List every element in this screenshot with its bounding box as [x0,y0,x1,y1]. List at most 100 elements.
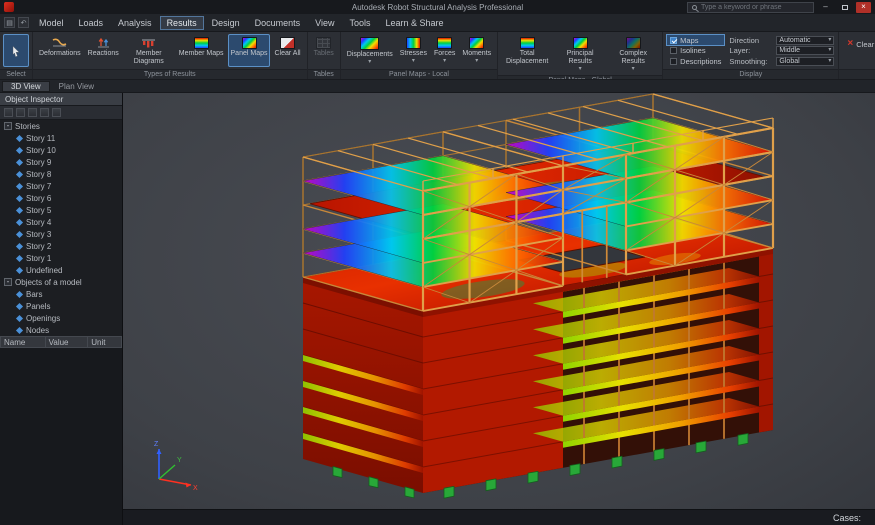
cases-label[interactable]: Cases: [833,513,861,523]
group-label-display: Display [663,69,839,79]
column-unit[interactable]: Unit [88,336,122,348]
toolbar-icon[interactable] [4,108,13,117]
title-bar: Autodesk Robot Structural Analysis Profe… [0,0,875,14]
menu-item-documents[interactable]: Documents [248,16,308,30]
layer-select[interactable]: Middle ▾ [776,46,835,55]
undo-icon[interactable]: ↶ [18,17,29,28]
tab-3d-view[interactable]: 3D View [2,81,50,92]
object-icon [15,314,24,322]
viewport-3d[interactable]: Z X Y [123,93,875,509]
tab-plan-view[interactable]: Plan View [50,81,103,92]
reactions-button[interactable]: Reactions [85,34,122,67]
principal-results-button[interactable]: Principal Results ▾ [554,34,606,73]
total-displacement-button[interactable]: Total Displacement [501,34,553,73]
minimize-button[interactable]: – [818,2,833,13]
chevron-down-icon: ▾ [368,59,372,66]
clear-button[interactable]: × Clear [842,37,875,51]
story-icon [15,230,24,238]
tables-button[interactable]: Tables [311,34,337,67]
tree-item-story-9[interactable]: Story 9 [0,156,122,168]
menu-item-results[interactable]: Results [159,15,204,30]
tree-item-nodes[interactable]: Nodes [0,324,122,336]
toolbar-icon[interactable] [28,108,37,117]
smoothing-select[interactable]: Global ▾ [776,56,835,66]
story-icon [15,182,24,190]
direction-select[interactable]: Automatic ▾ [776,35,835,45]
descriptions-checkbox-row[interactable]: Descriptions [667,56,724,66]
property-table-header: Name Value Unit [0,336,122,348]
select-button[interactable] [3,34,29,67]
toolbar-icon[interactable] [16,108,25,117]
svg-text:Z: Z [154,441,159,448]
tree-item-story-5[interactable]: Story 5 [0,204,122,216]
column-name[interactable]: Name [0,336,46,348]
structural-model-canvas: Z X Y [154,93,775,499]
tree-item-story-2[interactable]: Story 2 [0,240,122,252]
menu-item-learn-share[interactable]: Learn & Share [379,16,451,30]
complex-results-button[interactable]: Complex Results ▾ [607,34,659,73]
collapse-icon[interactable]: - [4,122,12,130]
tree-item-story-1[interactable]: Story 1 [0,252,122,264]
tree-item-objects-of-a-model[interactable]: - Objects of a model [0,276,122,288]
collapse-icon[interactable]: - [4,278,12,286]
status-bar: Cases: [123,509,875,525]
toolbar-icon[interactable] [40,108,49,117]
maps-checkbox-row[interactable]: Maps [667,35,725,45]
tree-item-story-4[interactable]: Story 4 [0,216,122,228]
tree-item-bars[interactable]: Bars [0,288,122,300]
close-button[interactable]: × [856,1,871,13]
chevron-down-icon: ▾ [828,36,832,43]
toolbar-icon[interactable] [52,108,61,117]
tree-item-story-6[interactable]: Story 6 [0,192,122,204]
deformations-button[interactable]: Deformations [36,34,84,67]
search-icon [692,4,697,10]
story-icon [15,134,24,142]
moments-button[interactable]: Moments ▾ [459,34,494,67]
panel-maps-icon [241,37,257,49]
member-maps-button[interactable]: Member Maps [176,34,227,67]
maximize-icon [841,4,848,10]
view-tab-bar: 3D View Plan View [0,80,875,93]
chevron-down-icon: ▾ [411,58,415,65]
menu-item-model[interactable]: Model [32,16,71,30]
panel-maps-button[interactable]: Panel Maps [227,34,271,68]
tree-item-story-8[interactable]: Story 8 [0,168,122,180]
menu-item-view[interactable]: View [308,16,341,30]
column-value[interactable]: Value [45,336,89,348]
menu-item-design[interactable]: Design [205,16,247,30]
property-table-body [0,348,122,525]
menu-item-analysis[interactable]: Analysis [111,16,159,30]
display-select-column: Direction Automatic ▾ Layer: Middle ▾ Sm… [729,34,835,67]
isolines-checkbox-row[interactable]: Isolines [667,46,724,56]
select-arrow-icon [12,45,20,58]
displacements-icon [360,37,380,50]
menu-item-loads[interactable]: Loads [72,16,111,30]
tree-item-story-3[interactable]: Story 3 [0,228,122,240]
maps-checkbox[interactable] [670,36,678,44]
displacements-button[interactable]: Displacements ▾ [344,34,396,67]
window-title: Autodesk Robot Structural Analysis Profe… [351,2,524,12]
object-icon [15,290,24,298]
tree-item-story-7[interactable]: Story 7 [0,180,122,192]
forces-button[interactable]: Forces ▾ [431,34,458,67]
ribbon-group-clear: × Clear [839,32,875,79]
clear-all-button[interactable]: Clear All [271,34,303,67]
save-icon[interactable]: ▤ [4,17,15,28]
tree-item-openings[interactable]: Openings [0,312,122,324]
tree-item-panels[interactable]: Panels [0,300,122,312]
tree-item-story-11[interactable]: Story 11 [0,132,122,144]
descriptions-checkbox[interactable] [670,57,678,65]
menu-item-tools[interactable]: Tools [342,16,377,30]
tree-item-stories[interactable]: - Stories [0,120,122,132]
isolines-checkbox[interactable] [670,47,678,54]
chevron-down-icon: ▾ [443,58,447,65]
titlebar-right: – × [687,1,871,13]
svg-text:Y: Y [177,457,182,464]
member-diagrams-button[interactable]: Member Diagrams [123,34,175,67]
search-input[interactable] [701,3,809,11]
maximize-button[interactable] [837,2,852,13]
stresses-button[interactable]: Stresses ▾ [397,34,430,67]
inspector-tree: - Stories Story 11 Story 10 Story 9 Story… [0,120,122,336]
tree-item-undefined[interactable]: Undefined [0,264,122,276]
tree-item-story-10[interactable]: Story 10 [0,144,122,156]
